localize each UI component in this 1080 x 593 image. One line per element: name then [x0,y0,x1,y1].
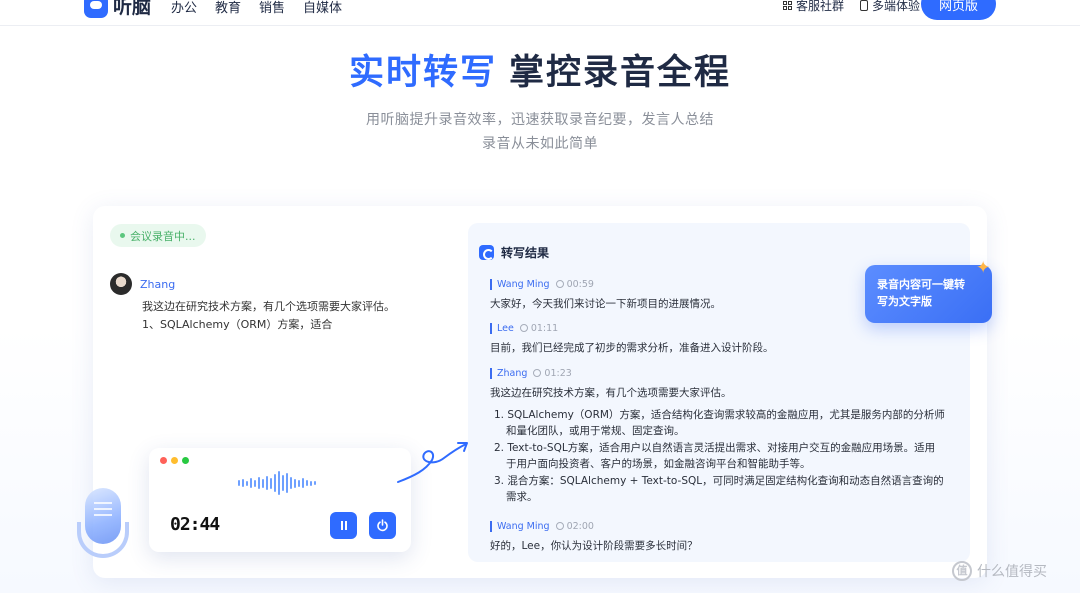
yellow-dot-icon [171,457,178,464]
logo-icon [84,0,108,18]
pause-icon [340,521,347,530]
green-dot-icon [182,457,189,464]
nav-link-media[interactable]: 自媒体 [303,0,342,16]
nav-link-sales[interactable]: 销售 [259,0,285,16]
hero-subtitle-line2: 录音从未如此简单 [482,136,598,152]
avatar [110,273,132,295]
list-item: 1. SQLAlchemy（ORM）方案，适合结构化查询需求较高的金融应用，尤其… [494,409,945,437]
status-dot-icon [120,233,125,238]
watermark-text: 什么值得买 [977,564,1047,580]
multi-device-label: 多端体验 [871,0,920,13]
page: 听脑 办公 教育 销售 自媒体 客服社群 多端体验 网页版 实时转写 掌控录音全程… [0,0,1080,593]
red-dot-icon [160,457,167,464]
recording-status-badge: 会议录音中... [110,224,206,247]
segment-time: 02:00 [566,520,594,532]
list-item: 2. Text-to-SQL方案，适合用户以自然语言灵活提出需求、对接用户交互的… [494,442,936,470]
hero-title-accent: 实时转写 [348,53,497,93]
hero-subtitle: 用听脑提升录音效率，迅速获取录音纪要，发言人总结 录音从未如此简单 [0,108,1080,156]
nav-right: 客服社群 多端体验 [782,0,920,14]
customer-group-label: 客服社群 [795,0,844,13]
transcript-segment: Zhang 01:23 我这边在研究技术方案，有几个选项需要大家评估。 1. S… [490,366,945,506]
segment-speaker: Wang Ming [490,520,550,532]
live-speaker: Zhang [110,273,175,295]
clock-icon [555,522,564,530]
segment-speaker: Lee [490,322,514,334]
recording-status-label: 会议录音中... [130,229,196,243]
phone-icon [859,0,868,11]
list-item: 3. 混合方案：SQLAlchemy + Text-to-SQL，可同时满足固定… [494,475,944,503]
live-transcript-line: 我这边在研究技术方案，有几个选项需要大家评估。 [142,300,395,313]
segment-text: 我这边在研究技术方案，有几个选项需要大家评估。 [490,387,732,399]
clock-icon [533,369,542,377]
nav-links: 办公 教育 销售 自媒体 [171,0,342,16]
transcript-segment: Wang Ming 02:00 好的，Lee，你认为设计阶段需要多长时间？ [490,519,698,554]
live-speaker-name: Zhang [140,277,176,291]
segment-text: 大家好，今天我们来讨论一下新项目的进展情况。 [490,298,721,310]
segment-speaker: Wang Ming [490,278,550,290]
hero-title-rest: 掌控录音全程 [509,53,732,93]
hero-subtitle-line1: 用听脑提升录音效率，迅速获取录音纪要，发言人总结 [366,112,714,128]
live-transcript-line: 1、SQLAlchemy（ORM）方案，适合 [142,318,333,331]
grid-icon [782,1,792,10]
segment-text: 好的，Lee，你认为设计阶段需要多长时间？ [490,540,698,552]
nav-link-office[interactable]: 办公 [171,0,197,16]
pause-button[interactable] [330,512,357,539]
callout-line1: 录音内容可一键转 [877,278,965,291]
microphone-icon [77,488,129,562]
transcript-segment: Wang Ming 00:59 大家好，今天我们来讨论一下新项目的进展情况。 [490,277,721,312]
logo[interactable]: 听脑 [84,0,151,19]
transcript-icon [479,245,494,260]
segment-text: 目前，我们已经完成了初步的需求分析，准备进入设计阶段。 [490,342,774,354]
nav-link-education[interactable]: 教育 [215,0,241,16]
segment-time: 00:59 [566,278,594,290]
window-dots [160,457,189,464]
audio-waveform-icon [238,468,316,498]
web-version-button[interactable]: 网页版 [921,0,996,20]
multi-device-link[interactable]: 多端体验 [859,0,920,14]
logo-text: 听脑 [113,0,152,18]
callout-line2: 写为文字版 [877,295,932,308]
transcript-segment: Lee 01:11 目前，我们已经完成了初步的需求分析，准备进入设计阶段。 [490,321,774,356]
segment-time: 01:11 [530,322,559,334]
segment-time: 01:23 [544,367,572,379]
segment-speaker: Zhang [490,367,527,379]
recording-timer: 02:44 [170,514,220,535]
sparkle-icon: ✦ [976,258,991,278]
arrow-icon [397,442,468,483]
hero-title: 实时转写 掌控录音全程 [0,44,1080,95]
transcript-header: 转写结果 [479,244,549,261]
watermark: 值 什么值得买 [952,561,1047,581]
feature-callout: 录音内容可一键转 写为文字版 [865,265,992,323]
clock-icon [555,280,564,288]
stop-button[interactable] [369,512,396,539]
transcript-title: 转写结果 [501,246,550,260]
top-nav: 听脑 办公 教育 销售 自媒体 客服社群 多端体验 网页版 [0,0,1080,26]
watermark-logo-icon: 值 [952,561,972,581]
clock-icon [519,324,528,332]
power-icon [377,519,388,532]
segment-list: 1. SQLAlchemy（ORM）方案，适合结构化查询需求较高的金融应用，尤其… [490,407,945,505]
live-transcript: 我这边在研究技术方案，有几个选项需要大家评估。 1、SQLAlchemy（ORM… [142,298,395,334]
customer-group-link[interactable]: 客服社群 [782,0,844,14]
